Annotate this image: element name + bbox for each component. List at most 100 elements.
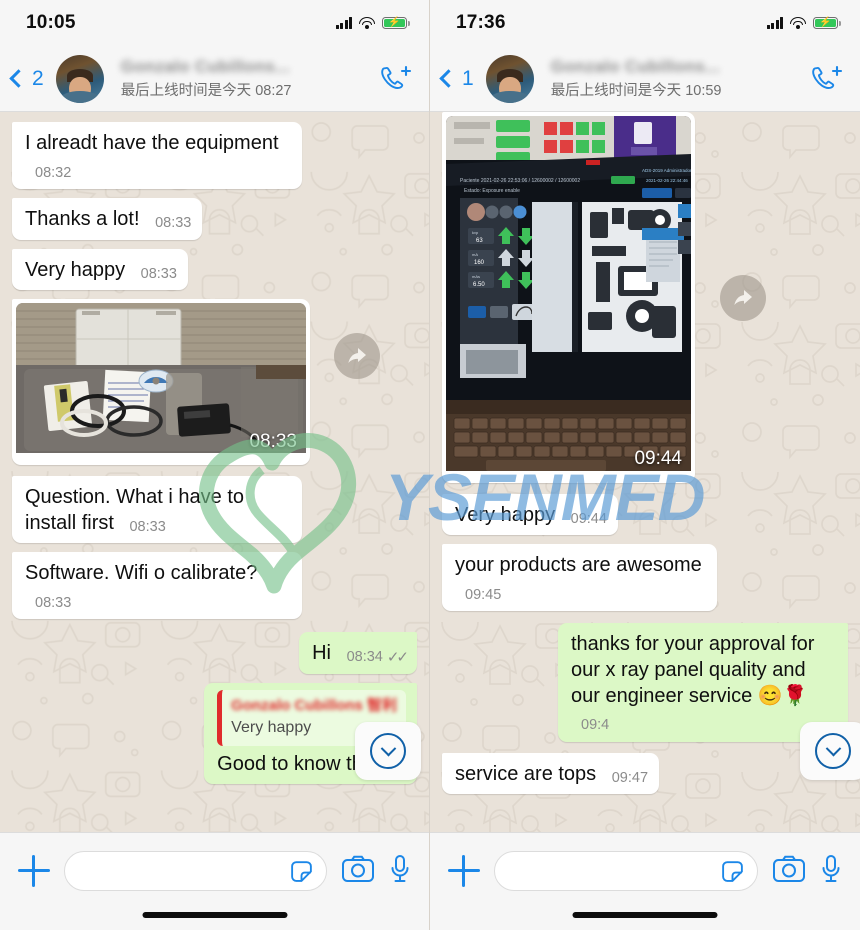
message-input[interactable] <box>494 851 758 891</box>
time-value: 08:34 <box>346 649 383 666</box>
message-row: thanks for your approval for our x ray p… <box>442 623 848 742</box>
svg-text:63: 63 <box>476 238 483 244</box>
svg-text:Estado: Exposure enable: Estado: Exposure enable <box>464 188 520 194</box>
message-row: Question. What i have to install first 0… <box>12 475 417 544</box>
svg-text:2021-02-26 22:44:46: 2021-02-26 22:44:46 <box>646 178 688 183</box>
chevron-down-circle-icon <box>815 733 851 769</box>
image-time: 08:33 <box>249 430 297 452</box>
message-text: Thanks a lot! <box>25 208 140 231</box>
message-bubble-incoming[interactable]: Software. Wifi o calibrate? 08:33 <box>12 552 302 620</box>
add-call-button[interactable] <box>379 64 413 94</box>
read-receipt-icon: ✓✓ <box>386 649 409 667</box>
message-bubble-incoming[interactable]: Thanks a lot! 08:33 <box>12 198 203 240</box>
svg-text:ADS-2019 Administrador: ADS-2019 Administrador <box>642 168 691 173</box>
image-message-bubble[interactable]: Paciente 2021-02-26 22:53:06 / 12600002 … <box>442 112 695 483</box>
chat-header: 1 Gonzalo Cubillons... 最后上线时间是今天 10:59 <box>430 46 860 112</box>
svg-text:Paciente 2021-02-26 22:53:06 /: Paciente 2021-02-26 22:53:06 / 12600002 … <box>460 178 580 184</box>
message-time: 08:34 ✓✓ <box>346 648 409 667</box>
message-row: your products are awesome 09:45 <box>442 544 848 612</box>
svg-text:160: 160 <box>474 260 485 266</box>
attach-plus-icon[interactable] <box>18 855 50 887</box>
chat-panel-left: 10:05 ⚡ 2 Gonzalo Cubillons... 最后上线时间是今天… <box>0 0 430 930</box>
contact-info[interactable]: Gonzalo Cubillons... 最后上线时间是今天 10:59 <box>551 57 804 100</box>
message-text: Very happy <box>25 258 126 281</box>
microphone-icon[interactable] <box>389 854 411 884</box>
message-list[interactable]: I alreadt have the equipment 08:32 Thank… <box>0 112 429 832</box>
message-input[interactable] <box>64 851 327 891</box>
back-button[interactable]: 2 <box>9 66 44 91</box>
dual-chat-screenshot: 10:05 ⚡ 2 Gonzalo Cubillons... 最后上线时间是今天… <box>0 0 860 930</box>
message-time: 08:33 <box>35 594 72 611</box>
quoted-author: Gonzalo Cubillons 智利 <box>231 696 397 714</box>
camera-icon[interactable] <box>772 854 806 884</box>
contact-info[interactable]: Gonzalo Cubillons... 最后上线时间是今天 08:27 <box>121 57 373 100</box>
status-icons: ⚡ <box>766 16 841 30</box>
message-text: Hi <box>312 642 331 665</box>
message-bubble-outgoing[interactable]: Hi 08:34 ✓✓ <box>299 632 417 674</box>
laptop-software-photo[interactable]: Paciente 2021-02-26 22:53:06 / 12600002 … <box>446 116 691 479</box>
message-bubble-incoming[interactable]: Very happy 09:44 <box>442 493 618 536</box>
add-call-icon <box>812 65 843 89</box>
message-bubble-incoming[interactable]: Question. What i have to install first 0… <box>12 475 302 544</box>
home-indicator <box>572 912 718 918</box>
status-time: 10:05 <box>26 12 76 33</box>
cellular-signal-icon <box>335 17 352 29</box>
avatar[interactable] <box>55 54 104 103</box>
back-button[interactable]: 1 <box>439 67 474 91</box>
message-row: I alreadt have the equipment 08:32 <box>12 122 417 190</box>
svg-text:kvp: kvp <box>472 230 479 235</box>
svg-text:mA: mA <box>472 252 478 257</box>
status-icons: ⚡ <box>335 16 410 30</box>
message-bubble-incoming[interactable]: I alreadt have the equipment 08:32 <box>12 122 302 190</box>
status-bar: 17:36 ⚡ <box>430 0 860 46</box>
message-bubble-incoming[interactable]: Very happy 08:33 <box>12 248 188 291</box>
message-input-bar <box>0 832 429 930</box>
message-time: 08:33 <box>140 265 177 282</box>
sticker-icon[interactable] <box>720 859 745 884</box>
message-list[interactable]: Paciente 2021-02-26 22:53:06 / 12600002 … <box>430 112 860 832</box>
message-text: I alreadt have the equipment <box>25 132 279 154</box>
chat-panel-right: 17:36 ⚡ 1 Gonzalo Cubillons... 最后上线时间是今天… <box>430 0 860 930</box>
sticker-icon[interactable] <box>289 859 314 884</box>
message-row: Software. Wifi o calibrate? 08:33 <box>12 552 417 620</box>
message-row: Very happy 08:33 <box>12 248 417 291</box>
unread-count: 2 <box>32 66 44 90</box>
camera-icon[interactable] <box>341 854 375 884</box>
battery-charging-icon: ⚡ <box>382 16 410 30</box>
add-call-button[interactable] <box>810 64 844 94</box>
wifi-icon <box>359 17 375 29</box>
microphone-icon[interactable] <box>820 854 842 884</box>
photo-content: Paciente 2021-02-26 22:53:06 / 12600002 … <box>446 116 691 471</box>
message-row: Hi 08:34 ✓✓ <box>12 632 417 674</box>
equipment-unboxing-photo[interactable]: 08:33 <box>16 303 306 461</box>
message-text: your products are awesome <box>455 554 702 577</box>
message-time: 09:47 <box>611 769 649 786</box>
forward-button[interactable] <box>720 275 766 321</box>
back-chevron-icon <box>439 69 458 88</box>
message-text: thanks for your approval for our x ray p… <box>571 633 815 707</box>
scroll-to-bottom-button[interactable] <box>800 722 860 780</box>
avatar[interactable] <box>485 54 534 103</box>
message-bubble-incoming[interactable]: your products are awesome 09:45 <box>442 544 717 612</box>
svg-text:mAs: mAs <box>472 274 480 279</box>
cellular-signal-icon <box>766 17 783 29</box>
image-time: 09:44 <box>634 448 682 470</box>
chat-header: 2 Gonzalo Cubillons... 最后上线时间是今天 08:27 <box>0 46 429 112</box>
message-time: 08:33 <box>129 518 166 535</box>
battery-charging-icon: ⚡ <box>813 16 841 30</box>
forward-button[interactable] <box>334 333 380 380</box>
forward-arrow-icon <box>734 290 752 305</box>
contact-last-seen: 最后上线时间是今天 10:59 <box>550 83 722 99</box>
message-row: service are tops 09:47 <box>442 752 848 795</box>
attach-plus-icon[interactable] <box>448 855 480 887</box>
message-bubble-incoming[interactable]: service are tops 09:47 <box>442 752 660 795</box>
add-call-icon <box>381 65 412 89</box>
message-text: Software. Wifi o calibrate? <box>25 562 258 585</box>
scroll-to-bottom-button[interactable] <box>355 722 421 780</box>
messages-container: Paciente 2021-02-26 22:53:06 / 12600002 … <box>430 112 860 832</box>
message-time: 08:33 <box>155 215 192 232</box>
message-time: 08:32 <box>35 164 72 181</box>
message-row: Thanks a lot! 08:33 <box>12 198 417 240</box>
image-message-bubble[interactable]: 08:33 <box>12 299 310 465</box>
home-indicator <box>142 912 287 918</box>
